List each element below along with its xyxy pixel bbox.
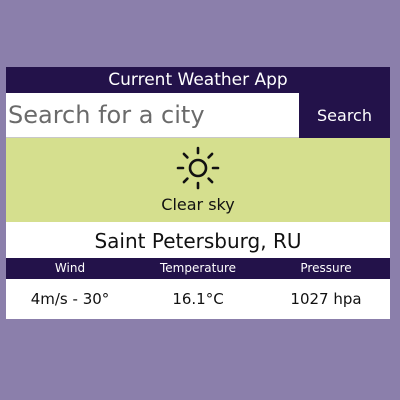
app-title: Current Weather App [6,67,390,93]
city-name: Saint Petersburg, RU [6,222,390,258]
weather-app: Current Weather App Search Clear sky Sai… [6,67,390,319]
condition-description: Clear sky [161,195,235,214]
temperature-header: Temperature [159,261,236,275]
search-bar: Search [6,93,390,138]
stats-values-row: 4m/s - 30° 16.1°C 1027 hpa [6,279,390,319]
conditions-panel: Clear sky [6,138,390,222]
search-input[interactable] [6,93,299,138]
wind-header: Wind [54,261,86,275]
pressure-value: 1027 hpa [290,290,362,308]
stats-header-row: Wind Temperature Pressure [6,258,390,279]
pressure-header: Pressure [300,261,352,275]
search-button[interactable]: Search [299,93,390,138]
sun-icon [176,146,220,190]
wind-value: 4m/s - 30° [30,290,110,308]
temperature-value: 16.1°C [172,290,224,308]
